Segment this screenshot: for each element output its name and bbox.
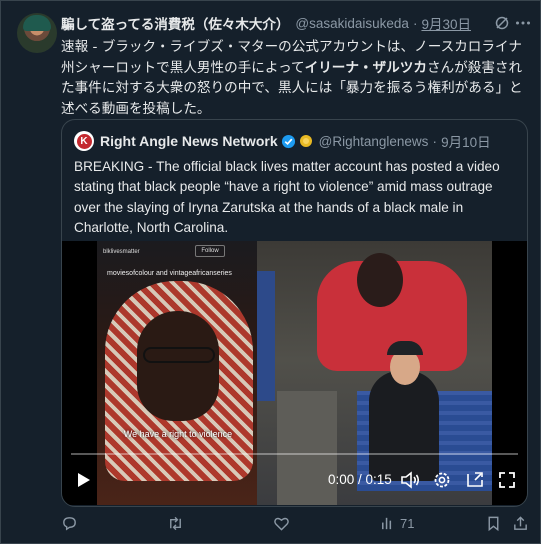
quote-separator-dot: · — [432, 133, 438, 149]
post-text: 速報 - ブラック・ライブズ・マターの公式アカウントは、ノースカロライナ州シャー… — [61, 37, 529, 119]
avatar[interactable] — [17, 13, 57, 53]
play-icon[interactable] — [72, 469, 94, 491]
action-bar: 71 — [1, 511, 541, 535]
volume-icon[interactable] — [399, 469, 421, 491]
share-button[interactable] — [512, 513, 529, 533]
quote-text: BREAKING - The official black lives matt… — [74, 159, 500, 236]
quote-author-handle[interactable]: @Rightanglenews — [319, 134, 429, 149]
grok-icon[interactable] — [494, 15, 510, 31]
views-button[interactable]: 71 — [379, 513, 414, 533]
video-face-shape — [137, 311, 219, 421]
author-name[interactable]: 騙して盗ってる消費税（佐々木大介） — [61, 13, 289, 33]
bookmark-button[interactable] — [485, 513, 502, 533]
more-icon[interactable] — [514, 14, 532, 32]
video-subtitle: We have a right to violence — [123, 429, 233, 439]
reply-button[interactable] — [61, 513, 78, 533]
like-icon — [274, 517, 289, 531]
red-hoodie-head — [357, 253, 403, 307]
quote-logo-letter: K — [76, 133, 92, 149]
video-glasses-shape — [143, 347, 215, 363]
post-card[interactable]: 騙して盗ってる消費税（佐々木大介） @sasakidaisukeda · 9月3… — [0, 0, 541, 544]
author-handle[interactable]: @sasakidaisukeda — [295, 16, 409, 31]
quote-date[interactable]: 9月10日 — [441, 131, 491, 151]
post-date[interactable]: 9月30日 — [421, 13, 471, 33]
post-text-highlight: イリーナ・ザルツカ — [304, 59, 427, 76]
video-controls: 0:00 / 0:15 — [62, 463, 527, 497]
repost-button[interactable] — [167, 513, 184, 533]
pip-icon[interactable] — [464, 469, 486, 491]
verified-icon — [281, 134, 295, 148]
post-header: 騙して盗ってる消費税（佐々木大介） @sasakidaisukeda · 9月3… — [61, 13, 524, 33]
quoted-post[interactable]: K Right Angle News Network @Rightanglene… — [61, 119, 528, 507]
bookmark-icon — [488, 516, 499, 531]
quote-header: K Right Angle News Network @Rightanglene… — [74, 130, 515, 152]
quote-author-name[interactable]: Right Angle News Network — [100, 133, 278, 149]
seated-cap — [387, 341, 423, 355]
share-icon — [514, 515, 527, 530]
train-seat-left — [257, 271, 275, 401]
settings-icon[interactable] — [431, 469, 453, 491]
view-count: 71 — [400, 515, 415, 531]
reply-icon — [63, 516, 76, 530]
repost-icon — [170, 516, 181, 530]
separator-dot: · — [412, 15, 418, 31]
embedded-account: blklivesmatter — [103, 249, 140, 255]
views-icon — [382, 517, 392, 529]
video-progress-bar[interactable] — [71, 453, 518, 455]
like-button[interactable] — [273, 513, 290, 533]
video-time: 0:00 / 0:15 — [328, 472, 392, 487]
gold-badge-icon — [299, 135, 312, 147]
video-player[interactable]: blklivesmatter Follow moviesofcolour and… — [62, 241, 527, 505]
quote-avatar[interactable]: K — [74, 131, 94, 151]
embedded-follow: Follow — [195, 245, 225, 257]
embedded-caption: moviesofcolour and vintageafricanseries — [107, 270, 232, 277]
fullscreen-icon[interactable] — [496, 469, 518, 491]
